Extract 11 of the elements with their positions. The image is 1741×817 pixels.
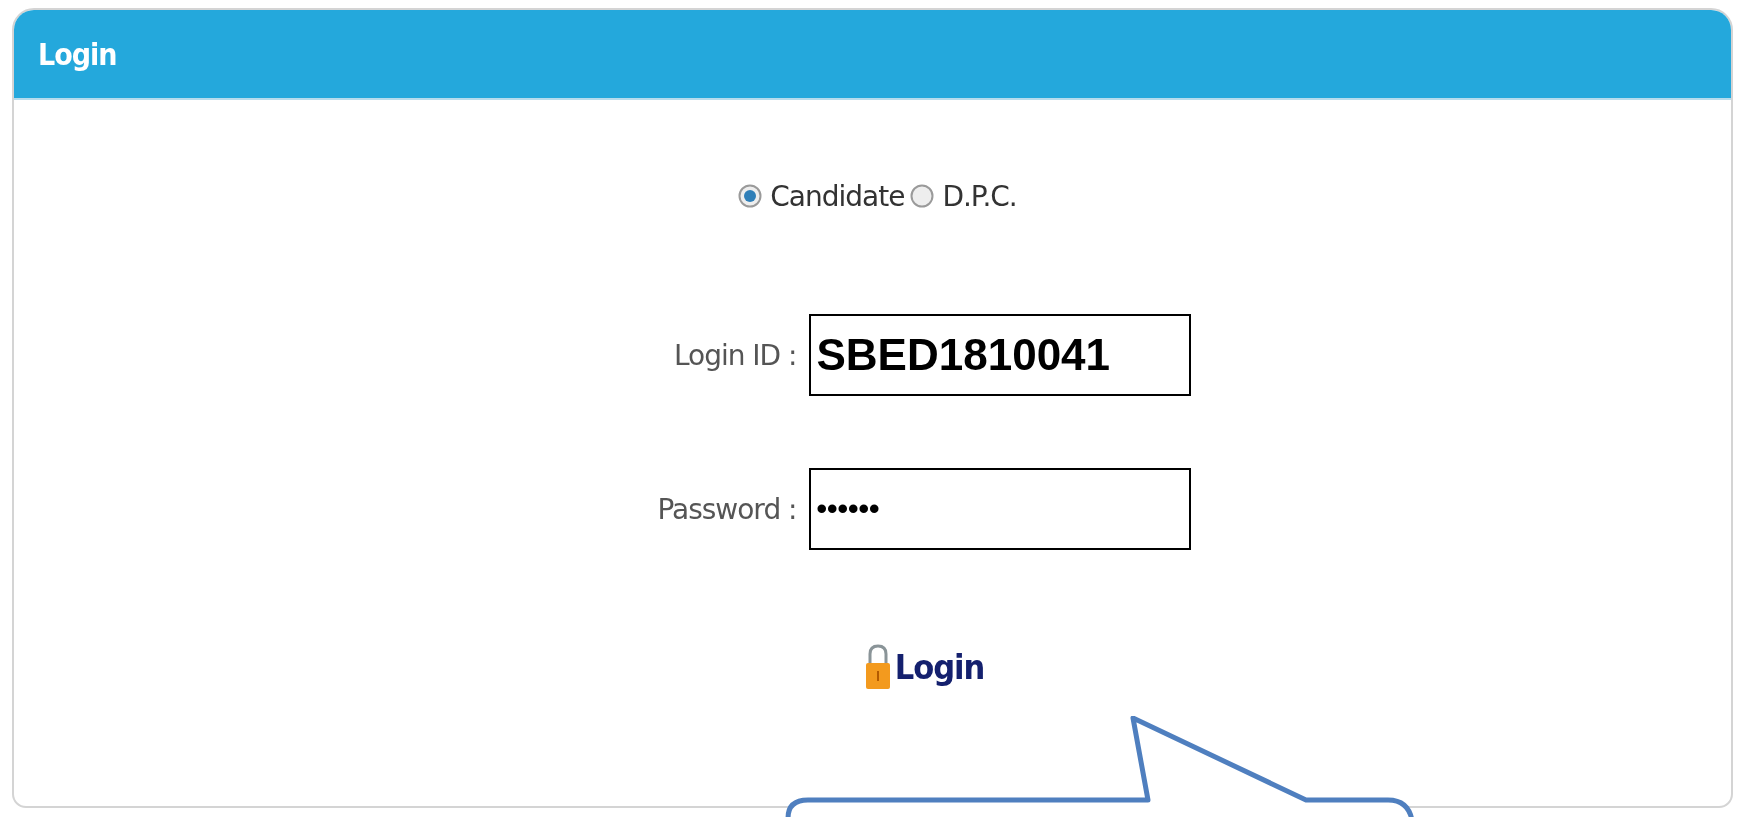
login-button[interactable]: Login [860, 642, 989, 692]
login-id-field[interactable]: SBED1810041 [808, 314, 1191, 396]
padlock-icon [864, 644, 891, 690]
field-label: Password : [656, 492, 797, 526]
radio-label[interactable]: Candidate [770, 179, 905, 213]
radio-label[interactable]: D.P.C. [942, 179, 1017, 213]
field-label: Login ID : [672, 338, 797, 372]
panel-title: Login [38, 36, 117, 72]
radio-button[interactable] [910, 184, 935, 208]
radio-button[interactable] [738, 184, 763, 208]
password-field[interactable]: •••••• [808, 468, 1191, 550]
